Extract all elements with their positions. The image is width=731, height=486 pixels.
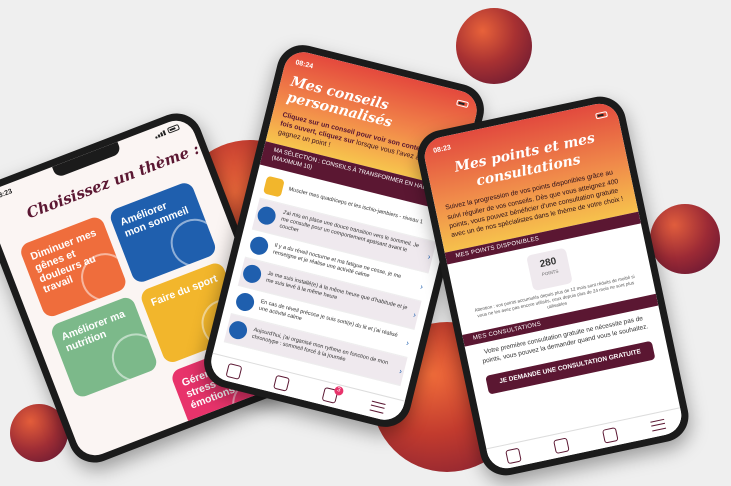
decorative-orb (456, 8, 532, 84)
battery-icon (166, 123, 181, 134)
battery-icon (455, 99, 470, 109)
status-time: 08:23 (432, 143, 452, 155)
status-time: 08:24 (294, 58, 314, 70)
notification-badge: 3 (333, 384, 345, 396)
status-icons (455, 99, 470, 109)
nav-conseils-icon[interactable] (553, 436, 570, 454)
chevron-right-icon: › (412, 309, 418, 320)
status-icons (595, 110, 609, 120)
nav-home-icon[interactable] (225, 362, 243, 380)
chevron-right-icon: › (398, 366, 404, 376)
nav-home-icon[interactable] (504, 447, 522, 464)
chevron-right-icon: › (426, 251, 432, 262)
conseil-icon (241, 262, 264, 285)
signal-icon (154, 129, 166, 139)
chevron-right-icon: › (419, 281, 425, 292)
status-icons (154, 123, 181, 139)
nav-points-icon[interactable]: 3 (321, 384, 345, 404)
showcase-stage: 08:23 Choisissez un thème : Diminuer mes… (0, 0, 731, 486)
chevron-right-icon: › (405, 337, 411, 348)
conseil-icon (255, 205, 278, 227)
menu-icon[interactable] (650, 418, 667, 431)
conseil-icon (234, 291, 256, 313)
decorative-orb (650, 204, 720, 274)
conseil-icon (227, 319, 249, 342)
nav-conseils-icon[interactable] (273, 374, 291, 392)
nav-points-icon[interactable] (601, 426, 619, 444)
conseil-icon (263, 175, 285, 198)
conseil-icon (248, 234, 271, 257)
points-box: 280 POINTS (526, 247, 573, 292)
battery-icon (595, 110, 609, 120)
menu-icon[interactable] (369, 400, 386, 414)
bottom-nav (486, 407, 685, 472)
status-time: 08:23 (0, 187, 14, 201)
tile-label: Faire du sport (149, 272, 220, 309)
